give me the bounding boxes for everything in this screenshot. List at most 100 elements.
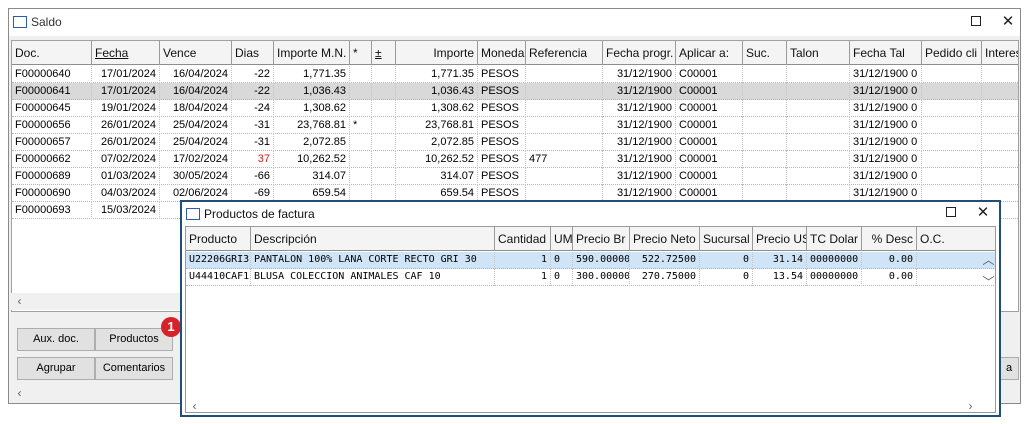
productos-cell: 1 — [495, 269, 551, 286]
scroll-left-icon[interactable]: ‹ — [11, 385, 28, 402]
saldo-header-cell[interactable]: Fecha — [92, 41, 160, 65]
productos-window: Productos de factura ✕ Producto Descripci… — [180, 200, 1001, 417]
saldo-cell — [372, 151, 396, 168]
productos-header-cell[interactable]: Descripción — [251, 227, 495, 251]
saldo-cell: -66 — [232, 168, 274, 185]
saldo-header-cell[interactable]: Importe — [396, 41, 478, 65]
saldo-cell: 01/03/2024 — [92, 168, 160, 185]
saldo-header-cell[interactable]: Dias — [232, 41, 274, 65]
productos-header-cell[interactable]: Precio Neto — [630, 227, 700, 251]
scroll-down-icon[interactable]: ﹀ — [980, 274, 997, 291]
maximize-icon[interactable] — [941, 203, 961, 223]
saldo-header-cell[interactable]: Vence — [160, 41, 232, 65]
saldo-cell: 23,768.81 — [396, 117, 478, 134]
saldo-cell — [743, 134, 787, 151]
saldo-cell: -31 — [232, 117, 274, 134]
saldo-header-cell[interactable]: Doc. — [12, 41, 92, 65]
productos-title: Productos de factura — [204, 207, 315, 221]
productos-header-cell[interactable]: % Desc — [862, 227, 917, 251]
saldo-cell: F00000640 — [12, 66, 92, 83]
saldo-row[interactable]: F00000645 19/01/2024 18/04/2024 -24 1,308.62… — [12, 100, 1018, 117]
productos-header-cell[interactable]: Precio Br — [573, 227, 630, 251]
saldo-cell: 19/01/2024 — [92, 100, 160, 117]
saldo-header-cell[interactable]: Aplicar a: — [676, 41, 743, 65]
saldo-cell — [350, 100, 372, 117]
agrupar-button[interactable]: Agrupar — [17, 357, 95, 380]
saldo-cell — [526, 117, 603, 134]
comentarios-button[interactable]: Comentarios — [95, 357, 173, 380]
saldo-horizontal-scrollbar[interactable]: ‹ — [11, 293, 181, 310]
productos-cell: PANTALON 100% LANA CORTE RECTO GRI 30 — [251, 252, 495, 269]
saldo-title: Saldo — [31, 15, 62, 29]
productos-header-cell[interactable]: Precio US — [753, 227, 807, 251]
saldo-cell: C00001 — [676, 168, 743, 185]
saldo-row[interactable]: F00000640 17/01/2024 16/04/2024 -22 1,771.35… — [12, 66, 1018, 83]
close-icon[interactable]: ✕ — [998, 12, 1018, 32]
saldo-header-cell[interactable]: ± — [372, 41, 396, 65]
scroll-right-icon[interactable]: › — [962, 398, 979, 415]
saldo-row[interactable]: F00000641 17/01/2024 16/04/2024 -22 1,036.43… — [12, 83, 1018, 100]
productos-header-cell[interactable]: Producto — [186, 227, 251, 251]
saldo-cell: F00000656 — [12, 117, 92, 134]
saldo-cell — [982, 66, 1018, 83]
saldo-cell — [350, 168, 372, 185]
saldo-cell — [743, 151, 787, 168]
scroll-left-icon[interactable]: ‹ — [186, 398, 203, 415]
partial-right-button[interactable]: a — [999, 357, 1019, 380]
saldo-header-cell[interactable]: Importe M.N. — [274, 41, 350, 65]
saldo-cell: 31/12/1900 — [603, 100, 676, 117]
saldo-header-cell[interactable]: Talon — [787, 41, 850, 65]
saldo-cell: 04/03/2024 — [92, 185, 160, 202]
saldo-cell — [922, 100, 982, 117]
maximize-icon[interactable] — [966, 12, 986, 32]
saldo-cell: F00000641 — [12, 83, 92, 100]
saldo-row[interactable]: F00000689 01/03/2024 30/05/2024 -66 314.07 31… — [12, 168, 1018, 185]
saldo-header-cell[interactable]: Moneda — [478, 41, 526, 65]
saldo-cell: 16/04/2024 — [160, 83, 232, 100]
productos-header-cell[interactable]: TC Dolar — [807, 227, 862, 251]
saldo-cell — [787, 151, 850, 168]
saldo-cell: 17/02/2024 — [160, 151, 232, 168]
productos-cell: U44410CAF1 — [186, 269, 251, 286]
saldo-row[interactable]: F00000657 26/01/2024 25/04/2024 -31 2,072.85… — [12, 134, 1018, 151]
saldo-header-cell[interactable]: Pedido cli — [922, 41, 982, 65]
saldo-header-cell[interactable]: * — [350, 41, 372, 65]
saldo-cell: 30/05/2024 — [160, 168, 232, 185]
saldo-cell — [350, 151, 372, 168]
productos-header-cell[interactable]: Cantidad — [495, 227, 551, 251]
productos-row[interactable]: U22206GRI3 PANTALON 100% LANA CORTE RECTO… — [186, 252, 995, 269]
productos-header-cell[interactable]: O.C. — [917, 227, 995, 251]
saldo-cell: 31/12/1900 — [603, 134, 676, 151]
close-icon[interactable]: ✕ — [973, 203, 993, 223]
saldo-cell — [372, 83, 396, 100]
saldo-cell — [743, 100, 787, 117]
saldo-cell — [982, 134, 1018, 151]
productos-grid[interactable]: Producto Descripción Cantidad UM Precio Br Pr… — [185, 226, 996, 413]
productos-cell: 270.75000 — [630, 269, 700, 286]
productos-cell: 0 — [551, 252, 573, 269]
scroll-left-icon[interactable]: ‹ — [11, 293, 28, 310]
saldo-cell: 31/12/1900 0 — [850, 83, 922, 100]
saldo-header-cell[interactable]: Fecha Tal — [850, 41, 922, 65]
productos-row[interactable]: U44410CAF1 BLUSA COLECCION ANIMALES CAF 1… — [186, 269, 995, 286]
productos-header-cell[interactable]: UM — [551, 227, 573, 251]
saldo-header-cell[interactable]: Suc. — [743, 41, 787, 65]
productos-horizontal-scrollbar[interactable]: ‹ › — [186, 398, 980, 415]
saldo-cell: 23,768.81 — [274, 117, 350, 134]
saldo-cell: 31/12/1900 — [603, 117, 676, 134]
saldo-cell: F00000693 — [12, 202, 92, 219]
saldo-cell — [922, 66, 982, 83]
scroll-up-icon[interactable]: ︿ — [980, 252, 997, 269]
saldo-cell — [922, 117, 982, 134]
productos-header-cell[interactable]: Sucursal — [700, 227, 753, 251]
saldo-cell: 25/04/2024 — [160, 134, 232, 151]
saldo-header-cell[interactable]: Fecha progr. — [603, 41, 676, 65]
productos-cell: U22206GRI3 — [186, 252, 251, 269]
aux-doc-button[interactable]: Aux. doc. — [17, 328, 95, 351]
saldo-header-cell[interactable]: Referencia — [526, 41, 603, 65]
saldo-header-cell[interactable]: Interes — [982, 41, 1018, 65]
saldo-row[interactable]: F00000662 07/02/2024 17/02/2024 37 10,262.52… — [12, 151, 1018, 168]
productos-vertical-scrollbar[interactable]: ︿ ﹀ — [980, 252, 997, 292]
saldo-bottom-scrollbar[interactable]: ‹ — [11, 385, 181, 402]
saldo-row[interactable]: F00000656 26/01/2024 25/04/2024 -31 23,768.8… — [12, 117, 1018, 134]
